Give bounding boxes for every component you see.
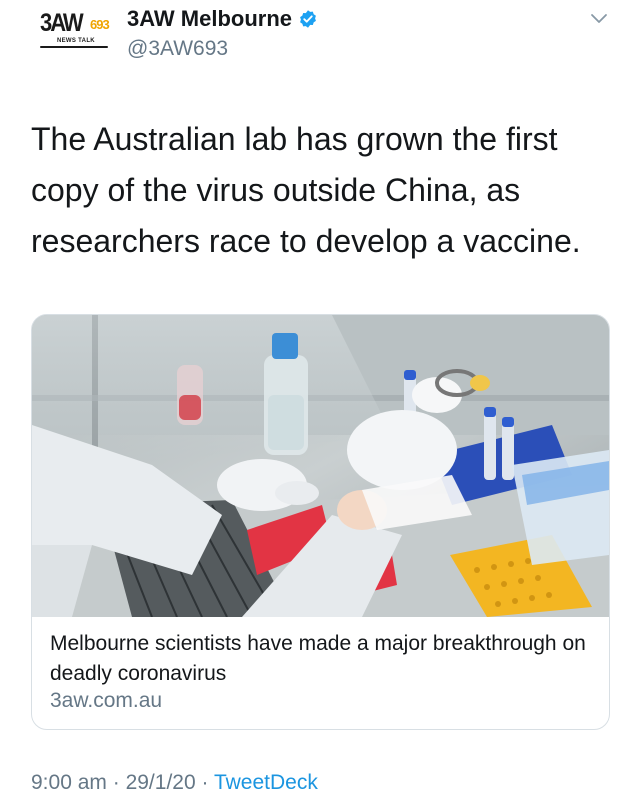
logo-693-text: 693 bbox=[90, 17, 110, 32]
chevron-down-icon[interactable] bbox=[589, 12, 609, 26]
display-name[interactable]: 3AW Melbourne bbox=[127, 6, 292, 32]
tweet-text: The Australian lab has grown the first c… bbox=[31, 121, 581, 259]
tweet-meta: 9:00 am · 29/1/20 · TweetDeck bbox=[31, 771, 318, 795]
verified-badge-icon bbox=[298, 9, 318, 29]
card-title[interactable]: Melbourne scientists have made a major b… bbox=[50, 629, 595, 689]
logo-swoosh bbox=[40, 46, 108, 48]
handle[interactable]: @3AW693 bbox=[127, 37, 228, 61]
avatar[interactable]: 3AW 693 NEWS TALK bbox=[30, 2, 114, 64]
card-image[interactable] bbox=[32, 315, 609, 618]
name-row: 3AW Melbourne bbox=[127, 6, 318, 32]
tweet-time[interactable]: 9:00 am bbox=[31, 771, 107, 794]
meta-separator: · bbox=[112, 771, 120, 794]
card-domain: 3aw.com.au bbox=[50, 689, 163, 712]
tweet-source-link[interactable]: TweetDeck bbox=[214, 771, 318, 794]
tweet-date[interactable]: 29/1/20 bbox=[126, 771, 196, 794]
meta-separator: · bbox=[201, 771, 209, 794]
logo-newstalk-text: NEWS TALK bbox=[57, 38, 95, 44]
logo-3aw-text: 3AW bbox=[40, 8, 84, 37]
link-card[interactable]: Melbourne scientists have made a major b… bbox=[31, 314, 610, 730]
